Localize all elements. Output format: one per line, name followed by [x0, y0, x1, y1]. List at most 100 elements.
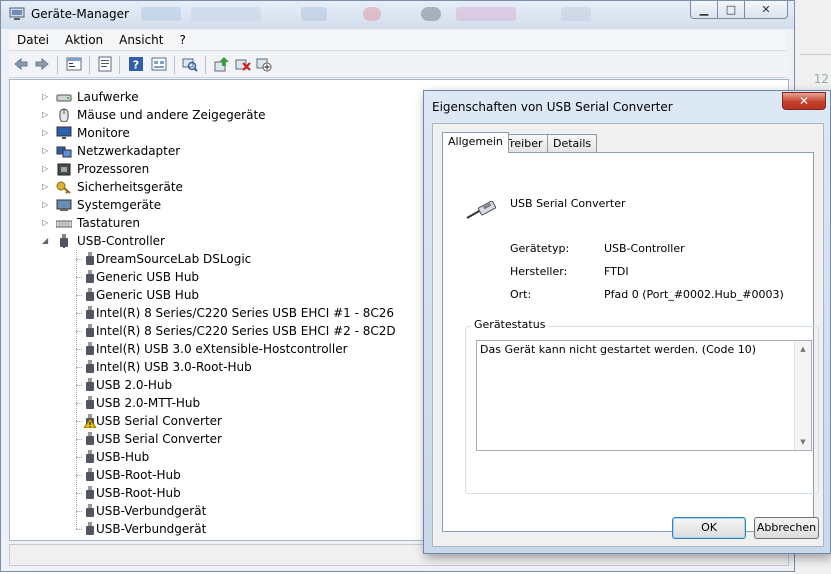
status-scrollbar[interactable]: ▲ ▼ — [794, 341, 811, 450]
menu-aktion[interactable]: Aktion — [57, 31, 111, 50]
tree-device-label: Intel(R) 8 Series/C220 Series USB EHCI #… — [96, 306, 395, 320]
tab-details[interactable]: Details — [547, 134, 598, 152]
background-divider — [800, 54, 831, 55]
tree-device-label: USB-Root-Hub — [96, 468, 181, 482]
scan-hardware-icon[interactable] — [182, 56, 198, 72]
tree-device-label: Generic USB Hub — [96, 270, 200, 284]
help-icon[interactable]: ? — [128, 56, 144, 72]
tree-device-label: USB-Root-Hub — [96, 486, 181, 500]
tree-device-label: USB-Verbundgerät — [96, 522, 207, 536]
title-glass-artifact — [561, 7, 591, 21]
title-bar[interactable]: Geräte-Manager ▁ □ ✕ — [1, 1, 794, 29]
tree-view-icon[interactable] — [66, 56, 82, 72]
prop-value-location: Pfad 0 (Port_#0002.Hub_#0003) — [604, 288, 784, 301]
tab-allgemein[interactable]: Allgemein — [442, 132, 509, 153]
prop-key-location: Ort: — [510, 288, 532, 301]
tree-device-label: Intel(R) USB 3.0 eXtensible-Hostcontroll… — [96, 342, 348, 356]
tree-category-label: Prozessoren — [77, 162, 150, 176]
collapse-arrow-icon[interactable]: ◢ — [42, 232, 50, 250]
expand-arrow-icon[interactable]: ▷ — [42, 106, 50, 124]
scroll-up-icon[interactable]: ▲ — [795, 341, 811, 357]
system-device-icon — [56, 199, 72, 211]
tree-device-label: Generic USB Hub — [96, 288, 200, 302]
title-glass-artifact — [456, 7, 516, 21]
window-title: Geräte-Manager — [31, 7, 129, 21]
drive-icon — [56, 94, 72, 102]
menu-help[interactable]: ? — [171, 31, 193, 50]
tree-device-label: USB-Hub — [96, 450, 150, 464]
title-glass-artifact — [141, 7, 181, 21]
menu-datei[interactable]: Datei — [9, 31, 57, 50]
tree-device-label: USB Serial Converter — [96, 432, 222, 446]
tree-device-label: USB Serial Converter — [96, 414, 222, 428]
prop-value-manufacturer: FTDI — [604, 265, 629, 278]
dialog-close-button[interactable]: ✕ — [782, 92, 826, 110]
tree-category-label: Sicherheitsgeräte — [77, 180, 183, 194]
svg-text:?: ? — [133, 59, 139, 72]
toolbar-separator — [174, 56, 175, 74]
tree-category-label: USB-Controller — [77, 234, 165, 248]
menu-ansicht[interactable]: Ansicht — [111, 31, 171, 50]
close-button[interactable]: ✕ — [744, 1, 788, 19]
expand-arrow-icon[interactable]: ▷ — [42, 160, 50, 178]
tree-category-label: Tastaturen — [77, 216, 140, 230]
expand-arrow-icon[interactable]: ▷ — [42, 88, 50, 106]
uninstall-icon[interactable] — [235, 56, 251, 72]
mouse-icon — [59, 108, 69, 122]
device-status-label: Gerätestatus — [471, 318, 549, 331]
menu-bar: Datei Aktion Ansicht ? — [9, 31, 786, 51]
monitor-icon — [56, 126, 72, 139]
scroll-down-icon[interactable]: ▼ — [795, 434, 811, 450]
title-glass-artifact — [421, 7, 441, 21]
update-driver-icon[interactable] — [151, 56, 167, 72]
properties-dialog: Eigenschaften von USB Serial Converter ✕… — [423, 90, 831, 554]
properties-icon[interactable] — [97, 56, 113, 72]
prop-key-manufacturer: Hersteller: — [510, 265, 568, 278]
expand-arrow-icon[interactable]: ▷ — [42, 124, 50, 142]
dialog-body: Allgemein Treiber Details USB Serial Con… — [432, 123, 824, 547]
expand-arrow-icon[interactable]: ▷ — [42, 178, 50, 196]
expand-arrow-icon[interactable]: ▷ — [42, 196, 50, 214]
keyboard-icon — [56, 220, 72, 228]
window-controls: ▁ □ ✕ — [690, 1, 788, 21]
forward-icon[interactable] — [34, 56, 50, 72]
minimize-icon: ▁ — [699, 3, 709, 16]
toolbar: ? — [9, 53, 786, 78]
expand-arrow-icon[interactable]: ▷ — [42, 142, 50, 160]
tab-panel-allgemein: USB Serial Converter Gerätetyp: USB-Cont… — [442, 152, 819, 532]
tree-device-label: Intel(R) USB 3.0-Root-Hub — [96, 360, 252, 374]
prop-key-type: Gerätetyp: — [510, 242, 570, 255]
tree-category-label: Laufwerke — [77, 90, 139, 104]
usb-plug-icon — [466, 201, 497, 219]
prop-value-type: USB-Controller — [604, 242, 685, 255]
title-glass-artifact — [363, 7, 381, 21]
tree-category-label: Monitore — [77, 126, 130, 140]
maximize-button[interactable]: □ — [717, 1, 745, 19]
minimize-button[interactable]: ▁ — [690, 1, 718, 19]
network-adapter-icon — [56, 146, 72, 158]
cancel-button[interactable]: Abbrechen — [754, 517, 819, 539]
tree-connector — [76, 250, 77, 529]
enable-device-icon[interactable] — [214, 56, 230, 72]
toolbar-separator — [89, 56, 90, 74]
back-icon[interactable] — [13, 56, 29, 72]
ok-button[interactable]: OK — [672, 517, 746, 539]
tree-category-label: Netzwerkadapter — [77, 144, 181, 158]
key-icon — [56, 181, 71, 194]
device-status-textbox[interactable]: Das Gerät kann nicht gestartet werden. (… — [476, 340, 812, 451]
toolbar-separator — [205, 56, 206, 74]
title-glass-artifact — [301, 7, 327, 21]
expand-arrow-icon[interactable]: ▷ — [42, 214, 50, 232]
background-number: 12 — [813, 72, 829, 86]
tree-category-label: Systemgeräte — [77, 198, 162, 212]
dialog-title: Eigenschaften von USB Serial Converter — [432, 100, 673, 114]
close-icon: ✕ — [761, 3, 771, 16]
maximize-icon: □ — [725, 3, 737, 16]
device-manager-icon — [9, 7, 25, 20]
title-glass-artifact — [191, 7, 261, 21]
device-name: USB Serial Converter — [510, 197, 626, 210]
close-icon: ✕ — [798, 94, 810, 108]
tree-device-label: Intel(R) 8 Series/C220 Series USB EHCI #… — [96, 324, 396, 338]
toolbar-separator — [57, 56, 58, 74]
disable-device-icon[interactable] — [256, 56, 272, 72]
